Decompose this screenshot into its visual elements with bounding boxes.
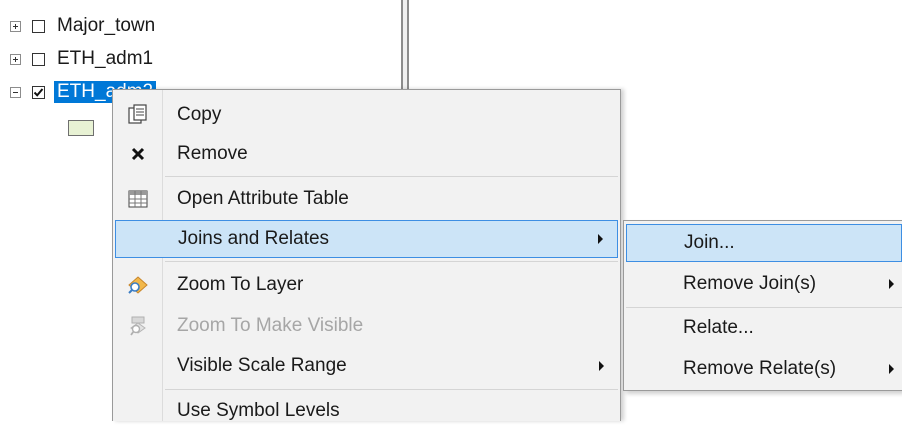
menu-item-zoom-to-layer[interactable]: Zoom To Layer xyxy=(115,267,618,303)
layer-row-major-town[interactable]: Major_town xyxy=(10,14,158,38)
copy-icon xyxy=(115,97,161,133)
submenu-item-relate[interactable]: Relate... xyxy=(626,310,902,346)
layer-visibility-checkbox[interactable] xyxy=(32,52,45,66)
layer-context-menu: Copy Remove Open Attribute Table Joins a… xyxy=(112,89,621,421)
submenu-item-remove-relates[interactable]: Remove Relate(s) xyxy=(626,351,902,387)
attribute-table-icon xyxy=(115,181,161,217)
submenu-item-remove-joins[interactable]: Remove Join(s) xyxy=(626,266,902,302)
layer-name[interactable]: ETH_adm1 xyxy=(54,48,156,70)
legend-fill-swatch xyxy=(68,120,94,136)
menu-item-label: Joins and Relates xyxy=(178,228,330,249)
menu-item-label: Visible Scale Range xyxy=(177,355,347,376)
menu-separator xyxy=(626,307,902,308)
menu-item-label: Use Symbol Levels xyxy=(177,400,340,421)
expand-plus-icon[interactable] xyxy=(10,53,21,65)
menu-item-label: Remove Join(s) xyxy=(683,273,817,294)
menu-item-label: Remove Relate(s) xyxy=(683,358,837,379)
menu-item-zoom-to-make-visible[interactable]: Zoom To Make Visible xyxy=(115,308,618,344)
menu-item-joins-and-relates[interactable]: Joins and Relates xyxy=(115,220,618,258)
menu-item-visible-scale-range[interactable]: Visible Scale Range xyxy=(115,348,618,384)
menu-item-remove[interactable]: Remove xyxy=(115,136,618,172)
joins-and-relates-submenu: Join... Remove Join(s) Relate... Remove … xyxy=(623,220,902,391)
layer-visibility-checkbox[interactable] xyxy=(32,85,45,99)
menu-item-label: Zoom To Layer xyxy=(177,274,304,295)
remove-x-icon xyxy=(115,136,161,172)
menu-item-label: Zoom To Make Visible xyxy=(177,315,364,336)
pane-splitter[interactable] xyxy=(401,0,409,96)
expand-plus-icon[interactable] xyxy=(10,20,21,32)
menu-separator xyxy=(165,176,618,177)
zoom-to-make-visible-icon xyxy=(115,308,161,344)
submenu-arrow-icon xyxy=(889,279,894,289)
submenu-arrow-icon xyxy=(599,361,604,371)
menu-item-label: Open Attribute Table xyxy=(177,188,349,209)
menu-item-copy[interactable]: Copy xyxy=(115,97,618,133)
layer-name[interactable]: Major_town xyxy=(54,15,158,37)
menu-separator xyxy=(165,389,618,390)
layer-row-eth-adm1[interactable]: ETH_adm1 xyxy=(10,47,156,71)
menu-item-use-symbol-levels[interactable]: Use Symbol Levels xyxy=(115,393,618,429)
menu-item-label: Remove xyxy=(177,143,248,164)
layer-visibility-checkbox[interactable] xyxy=(32,19,45,33)
no-icon xyxy=(116,221,162,257)
zoom-to-layer-icon xyxy=(115,267,161,303)
submenu-arrow-icon xyxy=(598,234,603,244)
menu-item-open-attribute-table[interactable]: Open Attribute Table xyxy=(115,181,618,217)
submenu-item-join[interactable]: Join... xyxy=(626,224,902,262)
no-icon xyxy=(115,393,161,429)
collapse-minus-icon[interactable] xyxy=(10,86,21,98)
checkmark-icon xyxy=(33,87,44,97)
menu-separator xyxy=(165,261,618,262)
menu-item-label: Copy xyxy=(177,104,222,125)
no-icon xyxy=(115,348,161,384)
menu-item-label: Relate... xyxy=(683,317,754,338)
submenu-arrow-icon xyxy=(889,364,894,374)
menu-item-label: Join... xyxy=(684,232,735,253)
